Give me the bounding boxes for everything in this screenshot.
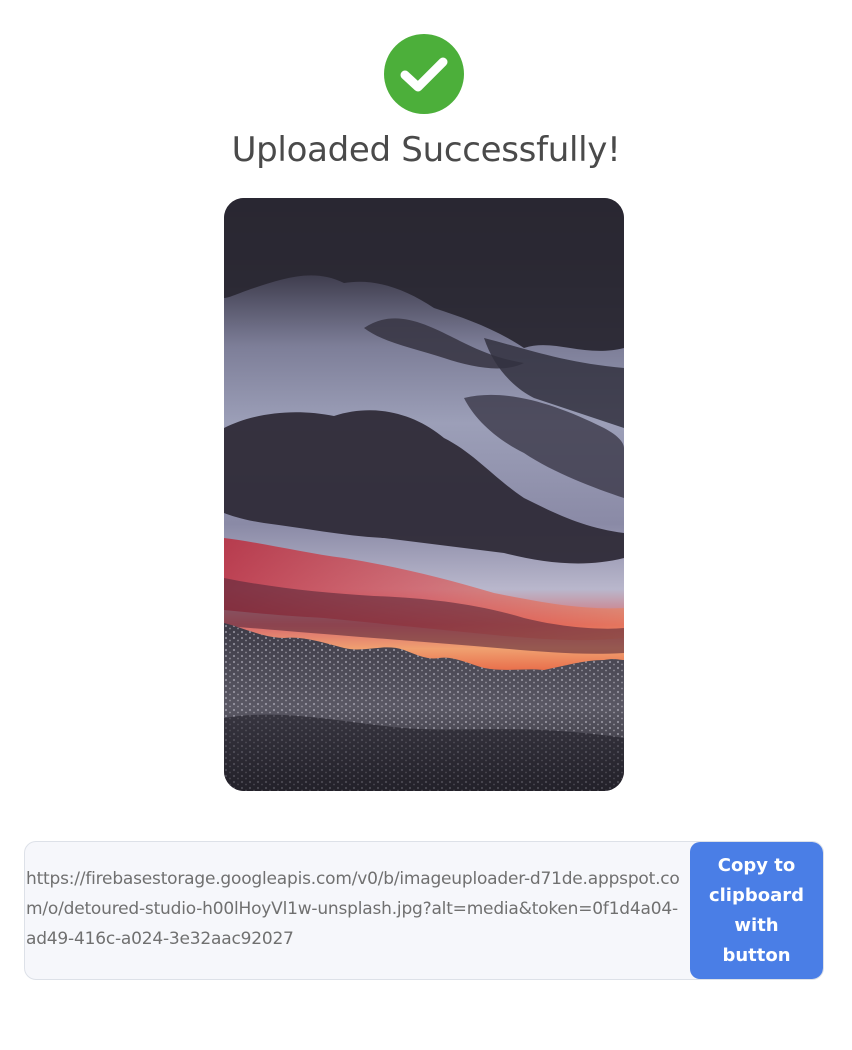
uploaded-image-preview: [224, 198, 624, 791]
copy-to-clipboard-button[interactable]: Copy to clipboard with button: [690, 842, 823, 979]
image-url-text[interactable]: https://firebasestorage.googleapis.com/v…: [26, 864, 686, 954]
image-url-field[interactable]: https://firebasestorage.googleapis.com/v…: [24, 841, 824, 980]
check-circle-icon: [384, 34, 464, 114]
page-title: Uploaded Successfully!: [231, 130, 621, 170]
